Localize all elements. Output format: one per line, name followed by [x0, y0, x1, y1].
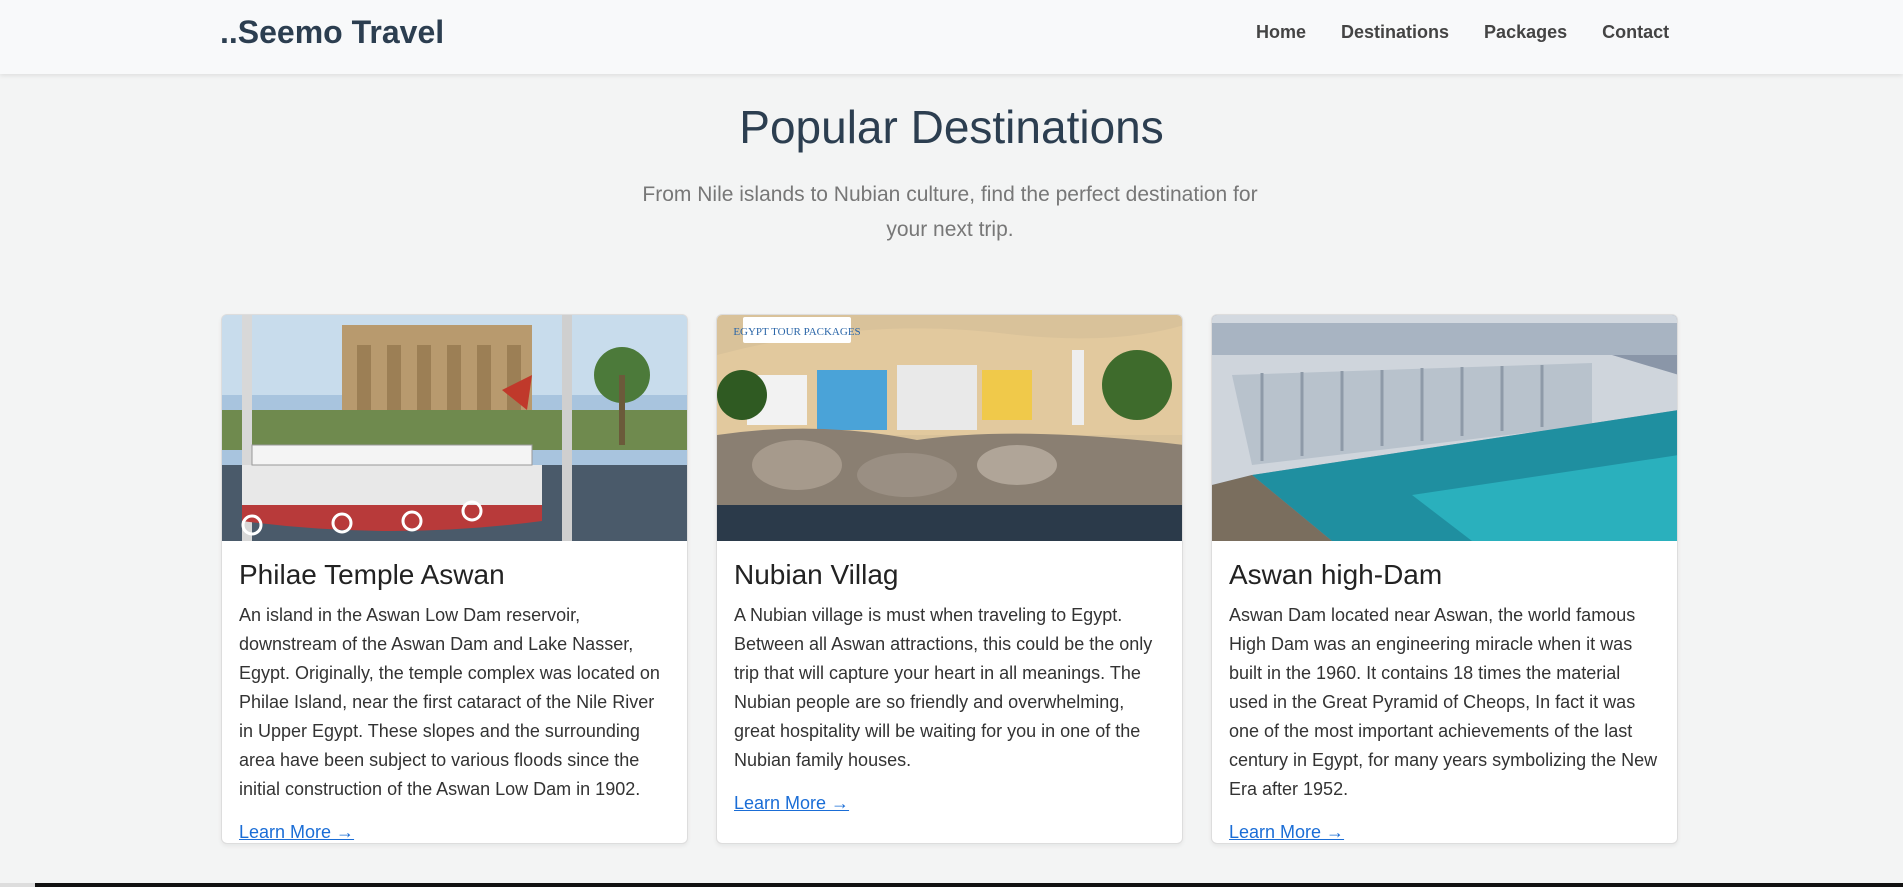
page-subtitle: From Nile islands to Nubian culture, fin…	[642, 183, 1258, 241]
brand-logo[interactable]: ..Seemo Travel	[220, 14, 444, 51]
destination-card-nubian: EGYPT TOUR PACKAGES Nubian Villag A Nubi…	[716, 314, 1183, 844]
nav-contact-link[interactable]: Contact	[1602, 22, 1669, 43]
nav-destinations-link[interactable]: Destinations	[1341, 22, 1449, 43]
destination-card-high-dam: Aswan high-Dam Aswan Dam located near As…	[1211, 314, 1678, 844]
card-title: Philae Temple Aswan	[239, 559, 505, 590]
nubian-village-image: EGYPT TOUR PACKAGES	[717, 315, 1182, 541]
aswan-high-dam-image	[1212, 315, 1677, 541]
card-description: Aswan Dam located near Aswan, the world …	[1229, 605, 1658, 799]
nav-links: Home Destinations Packages Contact	[1256, 22, 1669, 43]
card-title: Aswan high-Dam	[1229, 559, 1443, 590]
nav-home-link[interactable]: Home	[1256, 22, 1306, 43]
learn-more-link[interactable]: Learn More →	[239, 822, 354, 843]
card-description: An island in the Aswan Low Dam reservoir…	[239, 605, 660, 799]
learn-more-link[interactable]: Learn More →	[1229, 822, 1344, 843]
page-title: Popular Destinations	[739, 101, 1164, 153]
philae-temple-image	[222, 315, 687, 541]
card-title: Nubian Villag	[734, 559, 899, 590]
tour-logo-watermark: EGYPT TOUR PACKAGES	[733, 326, 860, 338]
card-description: A Nubian village is must when traveling …	[734, 605, 1153, 770]
bottom-edge	[0, 883, 1903, 887]
destination-card-philae: Philae Temple Aswan An island in the Asw…	[221, 314, 688, 844]
nav-packages-link[interactable]: Packages	[1484, 22, 1567, 43]
navbar: ..Seemo Travel Home Destinations Package…	[0, 0, 1903, 74]
learn-more-link[interactable]: Learn More →	[734, 793, 849, 814]
destination-cards: Philae Temple Aswan An island in the Asw…	[221, 314, 1678, 844]
